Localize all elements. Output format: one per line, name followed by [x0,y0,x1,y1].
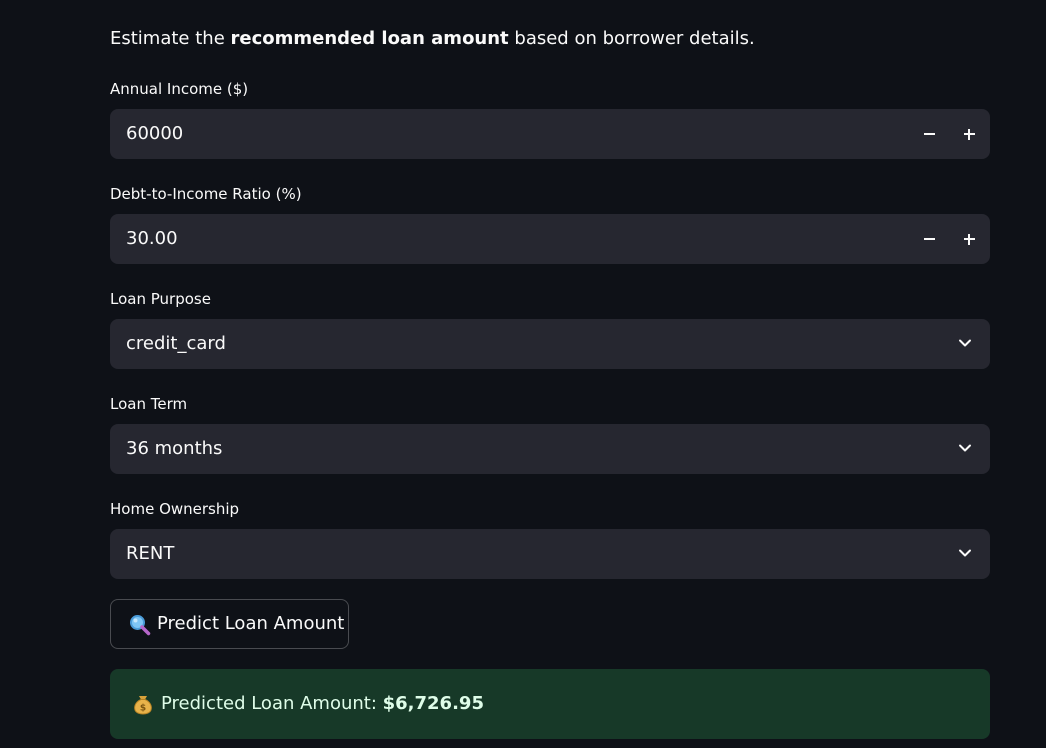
svg-text:$: $ [140,704,146,714]
chevron-down-icon[interactable] [958,443,972,453]
prediction-result-label: Predicted Loan Amount: [161,693,383,714]
annual-income-label: Annual Income ($) [110,80,249,98]
loan-term-label: Loan Term [110,395,188,413]
annual-income-input[interactable]: 60000 [110,109,990,159]
home-ownership-label: Home Ownership [110,500,240,518]
intro-suffix: based on borrower details. [508,28,755,49]
home-ownership-select[interactable]: RENT [110,529,990,579]
intro-text: Estimate the recommended loan amount bas… [110,27,755,51]
loan-purpose-selected[interactable]: credit_card [126,319,226,369]
prediction-result-alert: $ Predicted Loan Amount: $6,726.95 [110,669,990,739]
annual-income-increment-button[interactable] [949,109,989,159]
chevron-down-icon[interactable] [958,548,972,558]
predict-button-label[interactable]: Predict Loan Amount [157,600,344,648]
loan-purpose-select[interactable]: credit_card [110,319,990,369]
intro-prefix: Estimate the [110,28,231,49]
intro-emphasis: recommended loan amount [230,28,509,49]
magnifying-glass-icon [130,615,151,636]
loan-term-select[interactable]: 36 months [110,424,990,474]
dti-value[interactable]: 30.00 [126,214,178,264]
annual-income-value[interactable]: 60000 [126,109,183,159]
predict-loan-amount-button[interactable]: Predict Loan Amount [110,599,349,649]
prediction-result-text: Predicted Loan Amount: $6,726.95 [161,669,484,739]
dti-increment-button[interactable] [949,214,989,264]
money-bag-icon: $ [134,696,152,715]
plus-icon [963,233,975,245]
loan-purpose-label: Loan Purpose [110,290,211,308]
prediction-result-amount: $6,726.95 [382,693,484,714]
dti-decrement-button[interactable] [909,214,949,264]
home-ownership-selected[interactable]: RENT [126,529,174,579]
plus-icon [963,128,975,140]
minus-icon [923,238,935,240]
app-page: Estimate the recommended loan amount bas… [0,0,1046,748]
annual-income-decrement-button[interactable] [909,109,949,159]
minus-icon [923,133,935,135]
chevron-down-icon[interactable] [958,338,972,348]
loan-term-selected[interactable]: 36 months [126,424,222,474]
dti-input[interactable]: 30.00 [110,214,990,264]
dti-label: Debt-to-Income Ratio (%) [110,185,302,203]
